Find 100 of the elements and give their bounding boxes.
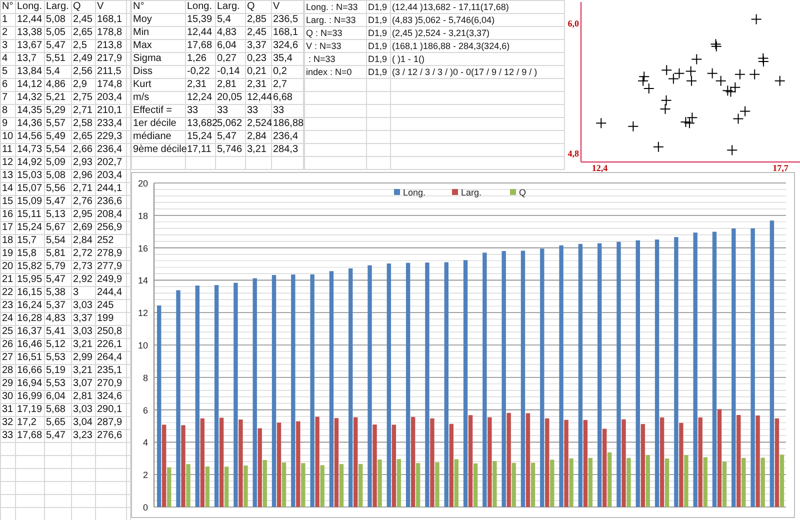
table-cell: 5,81 xyxy=(44,248,72,260)
table-cell: 14,32 xyxy=(16,92,44,104)
table-cell: 5,41 xyxy=(44,326,72,338)
table-cell: 7 xyxy=(0,92,16,104)
table-cell: Effectif = xyxy=(132,104,186,118)
table-cell: 5,05 xyxy=(44,26,72,40)
table-cell: 217,9 xyxy=(96,52,126,66)
table-cell: 4,83 xyxy=(216,26,246,40)
plus-marker xyxy=(596,118,607,129)
table-cell: 14,92 xyxy=(16,156,44,170)
table-cell: 236,6 xyxy=(96,196,126,208)
table-cell: 5,51 xyxy=(44,52,72,66)
table-cell: 14,73 xyxy=(16,144,44,156)
table-cell: 211,5 xyxy=(96,66,126,78)
column-header: V xyxy=(96,0,126,14)
table-cell: 5,56 xyxy=(44,182,72,196)
table-cell: 10 xyxy=(0,130,16,144)
table-cell: 33 xyxy=(186,104,216,118)
axis-label: 8 xyxy=(142,372,148,383)
column-header: Larg. xyxy=(44,0,72,14)
table-cell: 21 xyxy=(0,274,16,286)
table-cell: : N=33 xyxy=(304,52,366,66)
table-cell: m/s xyxy=(132,92,186,104)
table-cell: 23 xyxy=(0,300,16,312)
table-cell: 3,03 xyxy=(72,326,96,338)
table-cell: 236,5 xyxy=(272,14,304,26)
table-cell: 2,524 xyxy=(246,118,272,130)
table-cell: 27 xyxy=(0,352,16,364)
table-cell: Max xyxy=(132,40,186,52)
table-cell: 2,92 xyxy=(72,274,96,286)
table-cell: Kurt xyxy=(132,78,186,92)
table-cell: 18 xyxy=(0,234,16,248)
legend-label: Larg. xyxy=(461,188,482,198)
table-cell: 2,56 xyxy=(72,66,96,78)
table-cell: 14,12 xyxy=(16,78,44,92)
column-header: Larg. xyxy=(216,0,246,14)
table-cell: -0,14 xyxy=(216,66,246,78)
axis-label: 10 xyxy=(138,340,148,350)
table-cell: 203,4 xyxy=(96,92,126,104)
plus-marker xyxy=(758,52,769,64)
plus-marker xyxy=(706,68,718,79)
table-cell: 3,03 xyxy=(72,404,96,416)
table-cell: 16,66 xyxy=(16,364,44,378)
table-cell: 2,72 xyxy=(72,248,96,260)
table-cell: 2,5 xyxy=(72,40,96,52)
table-cell: 324,6 xyxy=(96,390,126,404)
table-cell: 3,21 xyxy=(246,144,272,156)
table-cell: 13,84 xyxy=(16,66,44,78)
table-cell: 5,08 xyxy=(44,14,72,26)
plus-marker xyxy=(660,94,672,106)
table-cell: Sigma xyxy=(132,52,186,66)
table-cell: 5,53 xyxy=(44,378,72,390)
table-cell: 2 xyxy=(0,26,16,40)
table-cell: 5 xyxy=(0,66,16,78)
plus-marker xyxy=(668,73,679,84)
table-cell: 33 xyxy=(272,104,304,118)
table-cell: 3,03 xyxy=(72,300,96,312)
table-cell: 245 xyxy=(96,300,126,312)
table-cell: 2,45 xyxy=(72,14,96,26)
table-cell: 2,73 xyxy=(72,260,96,274)
plus-marker xyxy=(715,75,726,86)
table-cell: 244,4 xyxy=(96,286,126,300)
table-cell: 15,11 xyxy=(16,208,44,222)
axis-label: 12 xyxy=(138,308,148,318)
table-cell: 236,4 xyxy=(96,144,126,156)
table-cell: 5,54 xyxy=(44,144,72,156)
table-cell: 35,4 xyxy=(272,52,304,66)
table-cell: 16,37 xyxy=(16,326,44,338)
table-cell: 174,8 xyxy=(96,78,126,92)
table-cell: 13 xyxy=(0,170,16,182)
table-cell: 3 xyxy=(0,40,16,52)
table-cell: 17,68 xyxy=(186,40,216,52)
axis-label: 6 xyxy=(142,405,148,416)
table-cell: 249,9 xyxy=(96,274,126,286)
table-cell: 2,84 xyxy=(72,234,96,248)
table-cell: 13,38 xyxy=(16,26,44,40)
table-cell: 2,31 xyxy=(246,78,272,92)
table-cell: 3 xyxy=(72,286,96,300)
table-cell: 9 xyxy=(0,118,16,130)
table-cell: 33 xyxy=(0,430,16,442)
table-cell: 17 xyxy=(0,222,16,234)
table-cell: 2,96 xyxy=(72,170,96,182)
plus-marker xyxy=(638,71,650,82)
axis-label: 18 xyxy=(138,210,148,221)
table-cell: 208,4 xyxy=(96,208,126,222)
table-cell: 15,39 xyxy=(186,14,216,26)
table-cell: 2,71 xyxy=(72,182,96,196)
table-cell: 5,746 xyxy=(216,144,246,156)
table-cell: 5,68 xyxy=(44,404,72,416)
table-cell: 0,23 xyxy=(246,52,272,66)
table-cell: 202,7 xyxy=(96,156,126,170)
table-cell: 178,8 xyxy=(96,26,126,40)
table-cell: 12,24 xyxy=(186,92,216,104)
table-cell: 16,99 xyxy=(16,390,44,404)
table-cell: (3 / 12 / 3 / 3 / )0 - 0(17 / 9 / 12 / 9 / ) xyxy=(390,66,564,78)
table-cell: médiane xyxy=(132,130,186,144)
axis-label: 6,0 xyxy=(568,18,579,29)
table-cell: 0,21 xyxy=(246,66,272,78)
plus-marker xyxy=(686,112,698,124)
legend-label: Q xyxy=(519,188,526,198)
